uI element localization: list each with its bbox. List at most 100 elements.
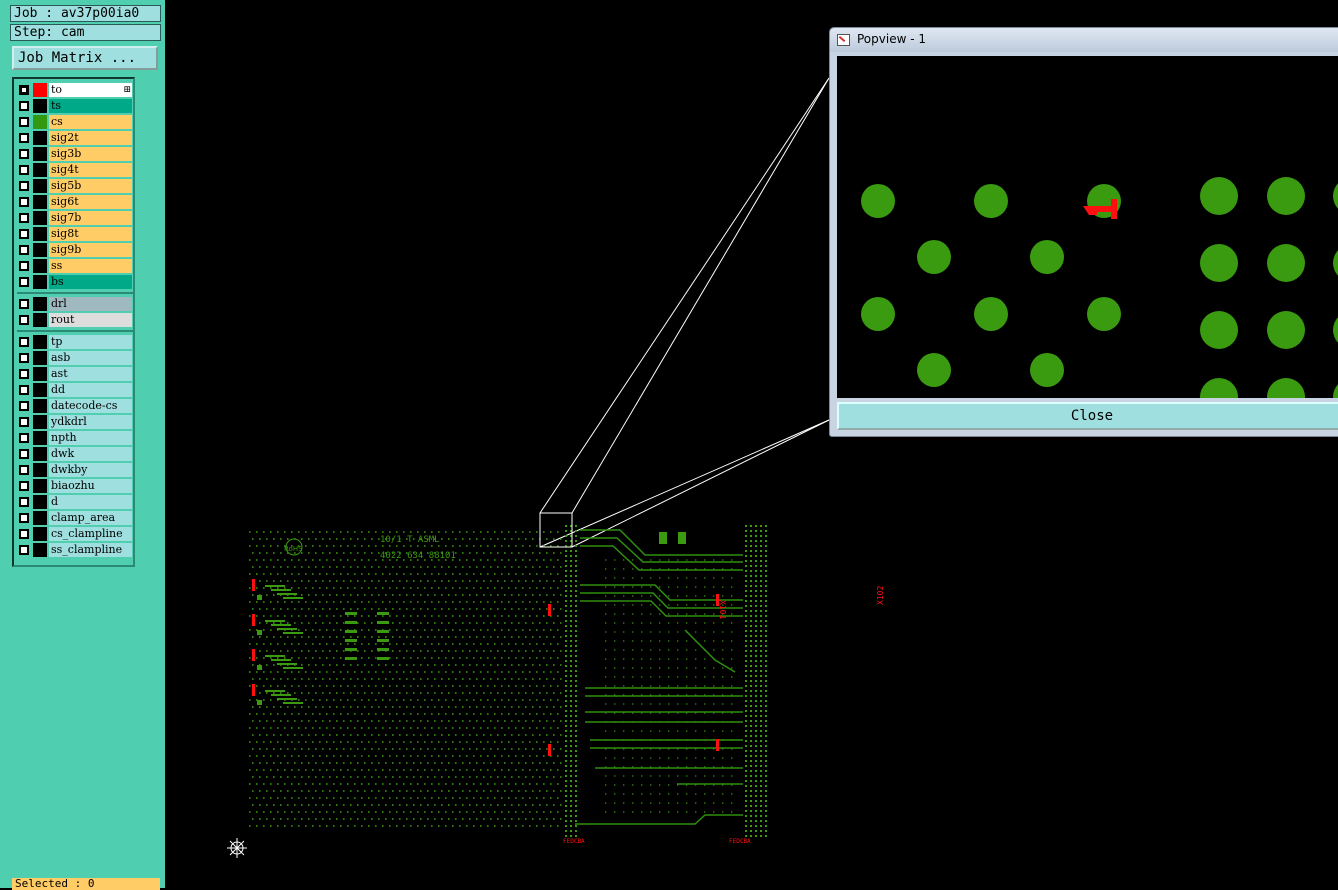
layer-name[interactable]: biaozhu — [49, 479, 132, 493]
layer-row-datecode-cs[interactable]: datecode-cs — [17, 399, 134, 413]
layer-name[interactable]: to ⊞ — [49, 83, 132, 97]
layer-checkbox[interactable] — [19, 401, 29, 411]
layer-name[interactable]: sig9b — [49, 243, 132, 257]
layer-row-ast[interactable]: ast — [17, 367, 134, 381]
layer-color-swatch[interactable] — [33, 495, 47, 509]
layer-name[interactable]: ast — [49, 367, 132, 381]
layer-row-cs[interactable]: cs — [17, 115, 134, 129]
layer-color-swatch[interactable] — [33, 195, 47, 209]
layer-color-swatch[interactable] — [33, 415, 47, 429]
layer-color-swatch[interactable] — [33, 463, 47, 477]
layer-name[interactable]: sig6t — [49, 195, 132, 209]
layer-checkbox[interactable] — [19, 101, 29, 111]
layer-color-swatch[interactable] — [33, 297, 47, 311]
close-button[interactable]: Close — [837, 402, 1338, 430]
layer-row-drl[interactable]: drl — [17, 297, 134, 311]
layer-row-sig2t[interactable]: sig2t — [17, 131, 134, 145]
layer-row-bs[interactable]: bs — [17, 275, 134, 289]
layer-color-swatch[interactable] — [33, 163, 47, 177]
layer-checkbox[interactable] — [19, 165, 29, 175]
layer-name[interactable]: dd — [49, 383, 132, 397]
layer-color-swatch[interactable] — [33, 259, 47, 273]
layer-color-swatch[interactable] — [33, 527, 47, 541]
layer-row-dwkby[interactable]: dwkby — [17, 463, 134, 477]
layer-name[interactable]: dwk — [49, 447, 132, 461]
layer-checkbox[interactable] — [19, 417, 29, 427]
layer-row-tp[interactable]: tp — [17, 335, 134, 349]
layer-color-swatch[interactable] — [33, 147, 47, 161]
layer-color-swatch[interactable] — [33, 511, 47, 525]
layer-color-swatch[interactable] — [33, 351, 47, 365]
layer-color-swatch[interactable] — [33, 367, 47, 381]
layer-row-ss[interactable]: ss — [17, 259, 134, 273]
layer-color-swatch[interactable] — [33, 313, 47, 327]
layer-row-npth[interactable]: npth — [17, 431, 134, 445]
expand-icon[interactable]: ⊞ — [123, 83, 131, 97]
layer-color-swatch[interactable] — [33, 335, 47, 349]
layer-name[interactable]: sig3b — [49, 147, 132, 161]
popview-window[interactable]: Popview - 1 Close — [829, 27, 1338, 437]
layer-color-swatch[interactable] — [33, 479, 47, 493]
popview-zoom-view[interactable] — [837, 56, 1338, 398]
layer-checkbox[interactable] — [19, 385, 29, 395]
layer-checkbox[interactable] — [19, 229, 29, 239]
layer-name[interactable]: ts — [49, 99, 132, 113]
layer-color-swatch[interactable] — [33, 431, 47, 445]
layer-color-swatch[interactable] — [33, 131, 47, 145]
layer-row-ts[interactable]: ts — [17, 99, 134, 113]
layer-color-swatch[interactable] — [33, 399, 47, 413]
layer-name[interactable]: npth — [49, 431, 132, 445]
layer-name[interactable]: rout — [49, 313, 132, 327]
layer-row-cs_clampline[interactable]: cs_clampline — [17, 527, 134, 541]
layer-name[interactable]: sig5b — [49, 179, 132, 193]
layer-row-biaozhu[interactable]: biaozhu — [17, 479, 134, 493]
layer-checkbox[interactable] — [19, 149, 29, 159]
layer-name[interactable]: asb — [49, 351, 132, 365]
layer-checkbox[interactable] — [19, 85, 29, 95]
layer-checkbox[interactable] — [19, 513, 29, 523]
layer-name[interactable]: bs — [49, 275, 132, 289]
layer-name[interactable]: clamp_area — [49, 511, 132, 525]
layer-row-sig3b[interactable]: sig3b — [17, 147, 134, 161]
layer-checkbox[interactable] — [19, 133, 29, 143]
layer-checkbox[interactable] — [19, 465, 29, 475]
layer-row-dwk[interactable]: dwk — [17, 447, 134, 461]
layer-row-rout[interactable]: rout — [17, 313, 134, 327]
layer-color-swatch[interactable] — [33, 83, 47, 97]
layer-color-swatch[interactable] — [33, 275, 47, 289]
layer-name[interactable]: d — [49, 495, 132, 509]
layer-name[interactable]: sig4t — [49, 163, 132, 177]
layer-checkbox[interactable] — [19, 277, 29, 287]
layer-checkbox[interactable] — [19, 261, 29, 271]
layer-color-swatch[interactable] — [33, 543, 47, 557]
layer-checkbox[interactable] — [19, 545, 29, 555]
layer-name[interactable]: cs_clampline — [49, 527, 132, 541]
layer-row-sig5b[interactable]: sig5b — [17, 179, 134, 193]
layer-row-sig6t[interactable]: sig6t — [17, 195, 134, 209]
layer-checkbox[interactable] — [19, 117, 29, 127]
layer-checkbox[interactable] — [19, 245, 29, 255]
layer-name[interactable]: ydkdrl — [49, 415, 132, 429]
layer-row-sig4t[interactable]: sig4t — [17, 163, 134, 177]
layer-color-swatch[interactable] — [33, 243, 47, 257]
layer-checkbox[interactable] — [19, 213, 29, 223]
layer-row-ss_clampline[interactable]: ss_clampline — [17, 543, 134, 557]
layer-checkbox[interactable] — [19, 315, 29, 325]
layer-name[interactable]: sig2t — [49, 131, 132, 145]
layer-checkbox[interactable] — [19, 353, 29, 363]
layer-name[interactable]: ss — [49, 259, 132, 273]
layer-name[interactable]: tp — [49, 335, 132, 349]
layer-checkbox[interactable] — [19, 497, 29, 507]
layer-row-sig9b[interactable]: sig9b — [17, 243, 134, 257]
layer-checkbox[interactable] — [19, 481, 29, 491]
layer-color-swatch[interactable] — [33, 211, 47, 225]
layer-row-d[interactable]: d — [17, 495, 134, 509]
layer-color-swatch[interactable] — [33, 179, 47, 193]
layer-color-swatch[interactable] — [33, 383, 47, 397]
layer-name[interactable]: ss_clampline — [49, 543, 132, 557]
layer-name[interactable]: sig8t — [49, 227, 132, 241]
layer-row-sig7b[interactable]: sig7b — [17, 211, 134, 225]
layer-color-swatch[interactable] — [33, 447, 47, 461]
layer-row-ydkdrl[interactable]: ydkdrl — [17, 415, 134, 429]
layer-row-dd[interactable]: dd — [17, 383, 134, 397]
